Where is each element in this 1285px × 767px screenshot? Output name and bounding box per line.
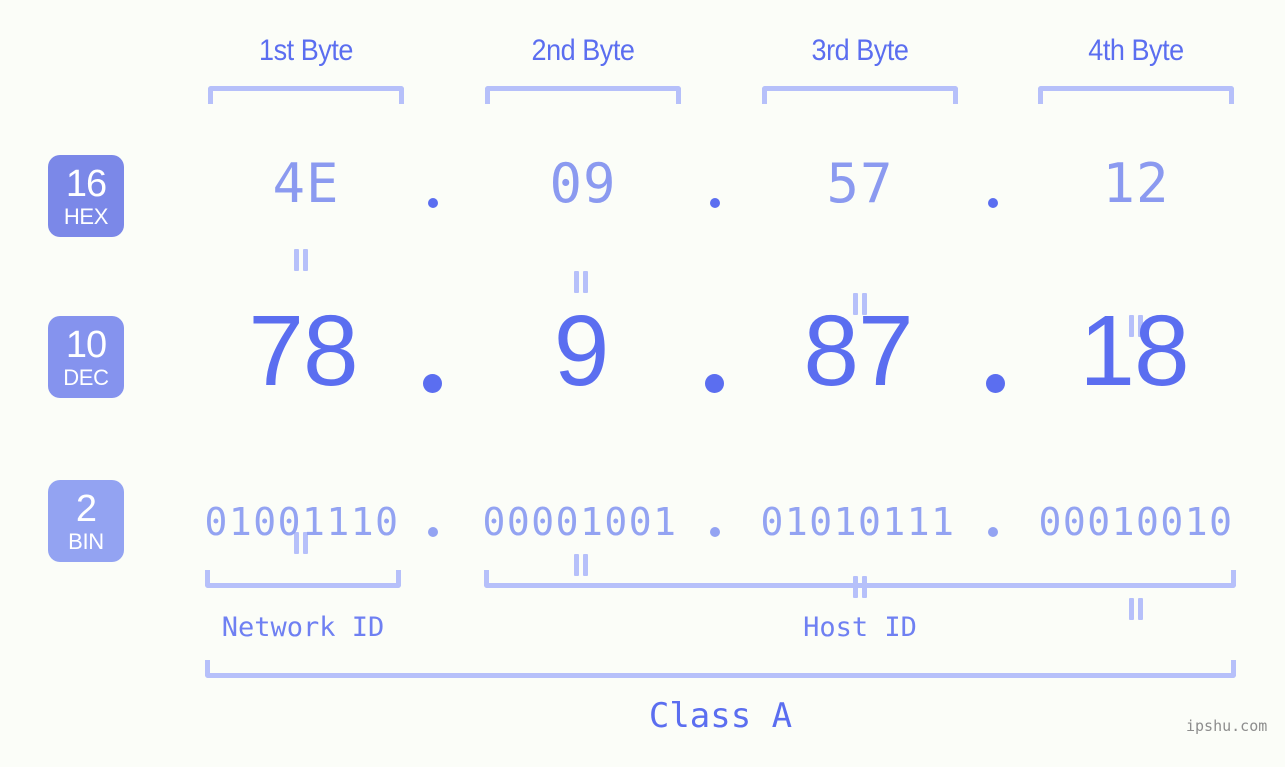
site-watermark: ipshu.com <box>1186 717 1268 735</box>
bin-octet-1: 01001110 <box>204 500 400 544</box>
hex-octet-3: 57 <box>826 152 894 215</box>
ip-address-breakdown-diagram: 1st Byte 2nd Byte 3rd Byte 4th Byte 16 H… <box>0 0 1285 767</box>
byte-bracket-1 <box>208 86 404 104</box>
class-label: Class A <box>648 696 793 736</box>
hex-separator-dot-2 <box>710 198 720 208</box>
byte-bracket-3 <box>762 86 958 104</box>
host-id-bracket <box>484 570 1236 588</box>
hex-octet-4: 12 <box>1102 152 1170 215</box>
bin-separator-dot-1 <box>428 527 438 537</box>
hex-separator-dot-1 <box>428 198 438 208</box>
host-id-label: Host ID <box>803 612 917 643</box>
network-id-label: Network ID <box>221 612 385 643</box>
bin-separator-dot-2 <box>710 527 720 537</box>
radix-badge-dec-number: 10 <box>65 323 107 366</box>
byte-bracket-2 <box>485 86 681 104</box>
bin-octet-3: 01010111 <box>760 500 956 544</box>
radix-badge-bin: 2 BIN <box>48 480 124 562</box>
hex-octet-1: 4E <box>272 152 340 215</box>
dec-separator-dot-3 <box>986 374 1005 393</box>
hex-separator-dot-3 <box>988 198 998 208</box>
byte-header-label-2: 2nd Byte <box>531 34 635 67</box>
dec-octet-2: 9 <box>553 295 610 407</box>
equality-marker-hex-dec-2 <box>572 271 590 293</box>
hex-octet-2: 09 <box>549 152 617 215</box>
bin-octet-2: 00001001 <box>482 500 678 544</box>
dec-separator-dot-1 <box>423 374 442 393</box>
radix-badge-hex-name: HEX <box>63 203 109 229</box>
byte-bracket-4 <box>1038 86 1234 104</box>
radix-badge-hex: 16 HEX <box>48 155 124 237</box>
dec-octet-4: 18 <box>1079 295 1189 407</box>
bin-separator-dot-3 <box>988 527 998 537</box>
radix-badge-hex-number: 16 <box>65 162 107 205</box>
network-id-bracket <box>205 570 401 588</box>
radix-badge-bin-number: 2 <box>75 487 97 530</box>
byte-header-label-4: 4th Byte <box>1088 34 1184 67</box>
bin-octet-4: 00010010 <box>1038 500 1234 544</box>
dec-separator-dot-2 <box>705 374 724 393</box>
class-bracket <box>205 660 1236 678</box>
dec-octet-3: 87 <box>803 295 913 407</box>
radix-badge-bin-name: BIN <box>68 528 104 554</box>
equality-marker-hex-dec-1 <box>292 249 310 271</box>
byte-header-label-3: 3rd Byte <box>811 34 909 67</box>
radix-badge-dec-name: DEC <box>63 364 109 390</box>
radix-badge-dec: 10 DEC <box>48 316 124 398</box>
dec-octet-1: 78 <box>248 295 358 407</box>
byte-header-label-1: 1st Byte <box>259 34 353 67</box>
